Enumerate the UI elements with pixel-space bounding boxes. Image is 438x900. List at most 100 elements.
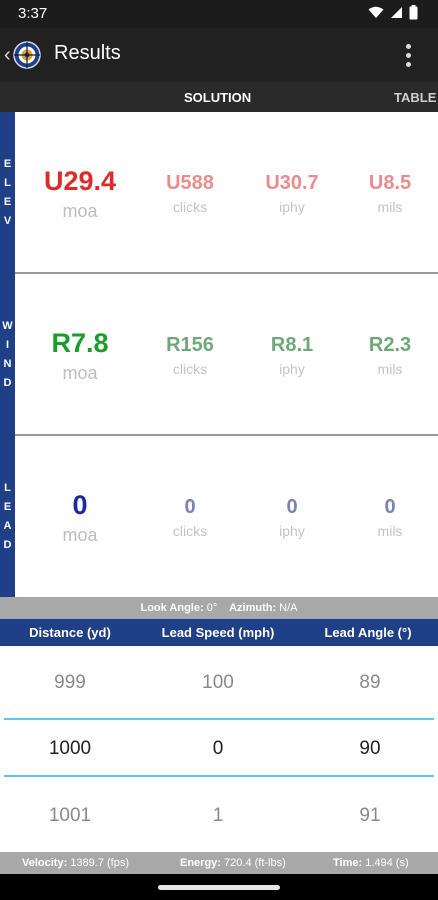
look-angle-value: 0°	[206, 602, 218, 614]
menu-dot	[405, 61, 411, 67]
elev-label-letter: L	[4, 177, 11, 189]
elev-section-label: E L E V	[0, 112, 15, 274]
velocity-value: 1389.7 (fps)	[70, 857, 130, 869]
energy-value: 720.4 (ft-lbs)	[224, 857, 286, 869]
overflow-menu-button[interactable]	[398, 40, 418, 70]
lead-clicks-unit: clicks	[172, 523, 208, 539]
wind-primary-value: R7.8	[51, 328, 109, 358]
status-bar: 3:37	[0, 0, 438, 28]
app-logo-icon	[12, 41, 41, 69]
elev-clicks-unit: clicks	[172, 199, 208, 215]
table-cell-angle: 90	[359, 738, 381, 759]
wind-clicks-value[interactable]: R156 clicks	[140, 334, 240, 377]
velocity-label: Velocity:	[22, 857, 68, 869]
wind-clicks-unit: clicks	[172, 361, 208, 377]
time-label: Time:	[333, 857, 363, 869]
azimuth-value: N/A	[279, 602, 298, 614]
elev-moa-value[interactable]: U29.4 moa	[22, 166, 138, 222]
elev-section: E L E V U29.4 moa U588 clicks U30.7 iphy…	[0, 112, 438, 274]
energy-label: Energy:	[180, 857, 221, 869]
elev-iphy-value[interactable]: U30.7 iphy	[242, 172, 342, 215]
table-cell-angle: 91	[359, 805, 381, 826]
elev-iphy-number: U30.7	[265, 172, 319, 194]
velocity-readout: Velocity: 1389.7 (fps)	[22, 857, 129, 869]
lead-label-letter: L	[4, 481, 11, 494]
back-button[interactable]: ‹	[4, 40, 52, 70]
azimuth-label: Azimuth:	[229, 602, 277, 614]
table-cell-speed: 1	[212, 805, 224, 826]
lead-moa-value[interactable]: 0 moa	[22, 490, 138, 546]
table-row[interactable]: 1001 1 91	[0, 787, 438, 845]
menu-dot	[405, 43, 411, 49]
column-header-distance: Distance (yd)	[29, 625, 111, 640]
selection-line-bottom	[4, 775, 434, 777]
lead-label-letter: A	[3, 519, 12, 532]
lead-primary-value: 0	[72, 490, 88, 520]
ballistics-footer: Velocity: 1389.7 (fps) Energy: 720.4 (ft…	[0, 852, 438, 874]
page-title: Results	[54, 42, 121, 64]
lead-label-letter: D	[3, 538, 12, 551]
lead-clicks-number: 0	[184, 496, 196, 518]
elev-mils-number: U8.5	[368, 172, 412, 194]
battery-icon	[409, 5, 418, 20]
app-bar: ‹ Results	[0, 28, 438, 82]
lead-mils-unit: mils	[377, 523, 403, 539]
lead-iphy-number: 0	[286, 496, 298, 518]
table-cell-speed: 100	[202, 672, 234, 693]
wind-iphy-number: R8.1	[270, 334, 314, 356]
lead-mils-number: 0	[384, 496, 396, 518]
table-cell-distance: 1001	[48, 805, 92, 826]
elev-clicks-number: U588	[166, 172, 214, 194]
lead-mils-value[interactable]: 0 mils	[342, 496, 438, 539]
wind-section: W I N D R7.8 moa R156 clicks R8.1 iphy R…	[0, 274, 438, 436]
tab-bar: SOLUTION TABLE	[0, 82, 438, 112]
table-cell-distance: 1000	[48, 738, 92, 759]
elev-label-letter: V	[3, 215, 12, 227]
system-nav-bar	[0, 874, 438, 900]
wind-label-letter: I	[5, 339, 10, 351]
wifi-icon	[368, 6, 384, 18]
status-icons	[368, 5, 418, 20]
wind-iphy-value[interactable]: R8.1 iphy	[242, 334, 342, 377]
lead-iphy-value[interactable]: 0 iphy	[242, 496, 342, 539]
chevron-left-icon: ‹	[4, 43, 11, 66]
menu-dot	[405, 52, 411, 58]
look-angle-bar: Look Angle: 0° Azimuth: N/A	[0, 597, 438, 619]
lead-clicks-value[interactable]: 0 clicks	[140, 496, 240, 539]
tab-table[interactable]: TABLE	[394, 90, 436, 105]
lead-section-label: L E A D	[0, 436, 15, 597]
cell-signal-icon	[391, 7, 402, 18]
wind-mils-unit: mils	[377, 361, 403, 377]
elev-clicks-value[interactable]: U588 clicks	[140, 172, 240, 215]
column-header-lead-speed: Lead Speed (mph)	[161, 625, 275, 640]
lead-table[interactable]: 999 100 89 1000 0 90 1001 1 91	[0, 646, 438, 852]
wind-mils-value[interactable]: R2.3 mils	[342, 334, 438, 377]
table-cell-speed: 0	[212, 738, 224, 759]
table-row[interactable]: 999 100 89	[0, 654, 438, 712]
elev-label-letter: E	[3, 158, 12, 170]
home-gesture-handle[interactable]	[158, 885, 280, 890]
lead-table-header: Distance (yd) Lead Speed (mph) Lead Angl…	[0, 619, 438, 646]
wind-primary-unit: moa	[62, 363, 98, 383]
wind-label-letter: W	[2, 320, 13, 332]
time-value: 1.494 (s)	[365, 857, 409, 869]
table-row-selected[interactable]: 1000 0 90	[0, 720, 438, 778]
wind-moa-value[interactable]: R7.8 moa	[22, 328, 138, 384]
wind-clicks-number: R156	[166, 334, 214, 356]
lead-section: L E A D 0 moa 0 clicks 0 iphy 0 mils	[0, 436, 438, 597]
lead-label-letter: E	[3, 500, 12, 513]
wind-label-letter: N	[3, 358, 12, 370]
wind-label-letter: D	[3, 377, 12, 389]
elev-mils-unit: mils	[377, 199, 403, 215]
table-cell-distance: 999	[54, 672, 86, 693]
status-time: 3:37	[18, 5, 48, 22]
elev-mils-value[interactable]: U8.5 mils	[342, 172, 438, 215]
column-header-lead-angle: Lead Angle (°)	[324, 625, 412, 640]
wind-iphy-unit: iphy	[279, 361, 305, 377]
elev-iphy-unit: iphy	[279, 199, 305, 215]
elev-label-letter: E	[3, 196, 12, 208]
tab-solution[interactable]: SOLUTION	[184, 90, 251, 105]
wind-section-label: W I N D	[0, 274, 15, 436]
elev-primary-value: U29.4	[43, 166, 117, 196]
lead-iphy-unit: iphy	[279, 523, 305, 539]
